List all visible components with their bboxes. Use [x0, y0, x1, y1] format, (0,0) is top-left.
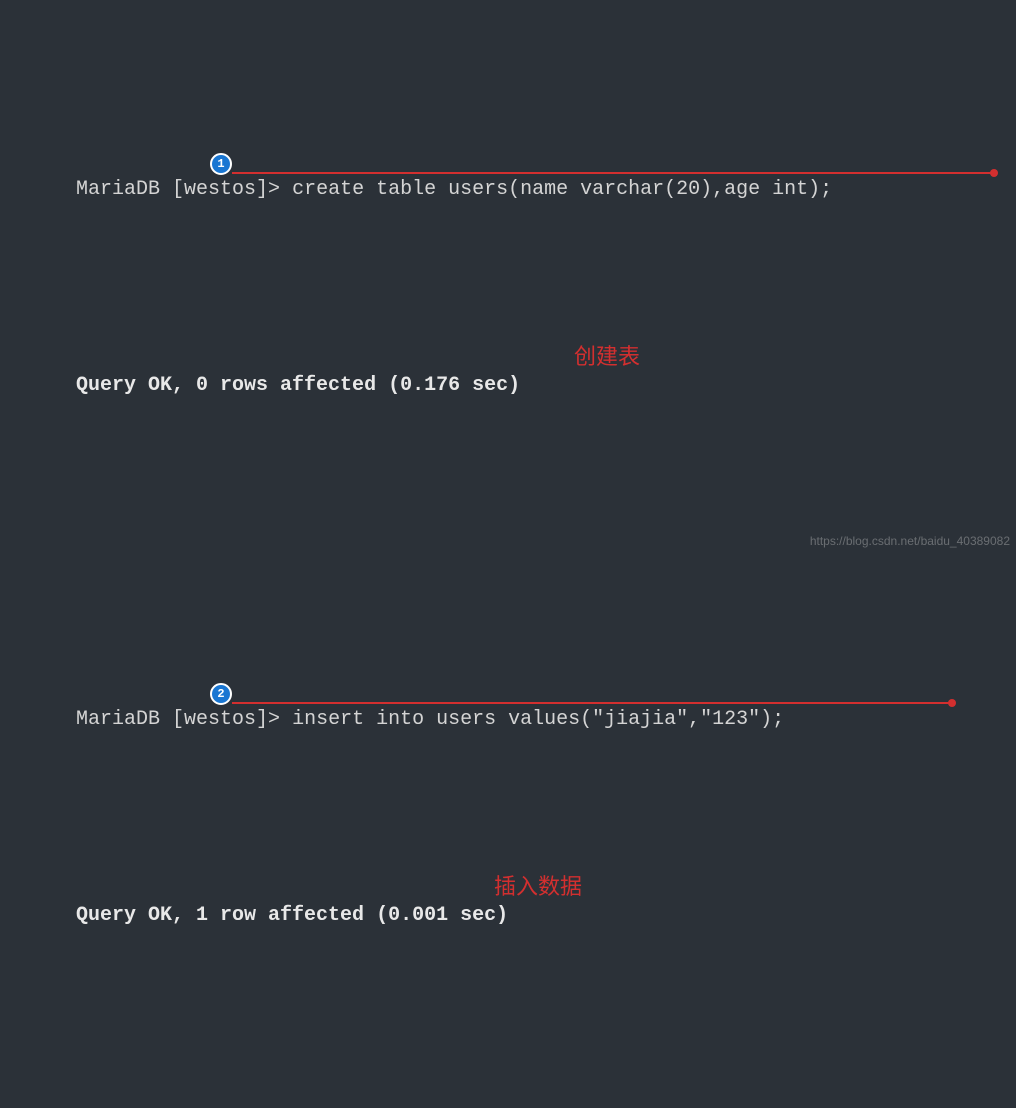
terminal-output: MariaDB [westos]> create table users(nam…	[4, 8, 1012, 1108]
annotation-badge-1: 1	[210, 153, 232, 175]
command-block-1: MariaDB [westos]> create table users(nam…	[4, 92, 1012, 512]
result-line-2: Query OK, 1 row affected (0.001 sec) 插入数…	[4, 874, 1012, 986]
command-line-1: MariaDB [westos]> create table users(nam…	[4, 148, 1012, 288]
prompt: MariaDB [westos]>	[76, 178, 292, 201]
result-line-1: Query OK, 0 rows affected (0.176 sec) 创建…	[4, 344, 1012, 456]
command-line-2: MariaDB [westos]> insert into users valu…	[4, 678, 1012, 818]
annotation-badge-2: 2	[210, 683, 232, 705]
query-result: Query OK, 1 row affected (0.001 sec)	[76, 904, 508, 927]
prompt: MariaDB [westos]>	[76, 708, 292, 731]
underline-annotation-2	[232, 702, 952, 704]
sql-command: create table users(name varchar(20),age …	[292, 178, 832, 201]
underline-annotation-1	[232, 172, 994, 174]
sql-command: insert into users values("jiajia","123")…	[292, 708, 784, 731]
query-result: Query OK, 0 rows affected (0.176 sec)	[76, 374, 520, 397]
annotation-text-2: 插入数据	[494, 872, 582, 903]
watermark: https://blog.csdn.net/baidu_40389082	[810, 533, 1010, 550]
command-block-2: MariaDB [westos]> insert into users valu…	[4, 622, 1012, 1042]
annotation-text-1: 创建表	[574, 342, 640, 373]
